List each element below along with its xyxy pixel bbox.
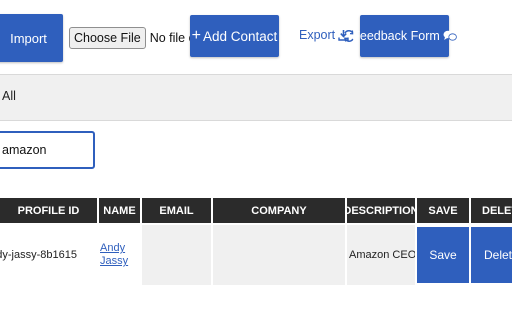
cell-description: Amazon CEO bbox=[347, 225, 415, 285]
header-profile-id: PROFILE ID bbox=[0, 198, 97, 223]
header-save: SAVE bbox=[417, 198, 469, 223]
contact-name-link[interactable]: Andy Jassy bbox=[100, 242, 128, 268]
export-label: Export bbox=[299, 28, 336, 42]
feedback-form-button[interactable]: Feedback Form bbox=[352, 15, 457, 57]
chat-bubbles-icon bbox=[443, 30, 457, 42]
contacts-page: Import Choose File No file chosen + Add … bbox=[0, 0, 512, 320]
header-description: DESCRIPTION bbox=[347, 198, 415, 223]
add-contact-label: Add Contact bbox=[203, 28, 278, 44]
profile-id-text: andy-jassy-8b1615 bbox=[0, 249, 77, 261]
delete-button[interactable]: Delete bbox=[471, 227, 512, 283]
save-button[interactable]: Save bbox=[417, 227, 469, 283]
cell-email bbox=[142, 225, 211, 285]
filter-selected-option[interactable]: All bbox=[2, 89, 16, 103]
contact-first-name: Andy bbox=[100, 242, 126, 254]
header-email: EMAIL bbox=[142, 198, 211, 223]
filter-bar: All bbox=[0, 74, 512, 121]
contact-last-name: Jassy bbox=[100, 255, 129, 267]
cell-name: Andy Jassy bbox=[99, 225, 140, 285]
cell-company bbox=[213, 225, 345, 285]
export-link[interactable]: Export bbox=[299, 28, 349, 42]
import-button[interactable]: Import bbox=[0, 14, 63, 62]
plus-icon: + bbox=[191, 27, 202, 44]
header-company: COMPANY bbox=[213, 198, 345, 223]
toolbar: Import Choose File No file chosen + Add … bbox=[0, 0, 512, 74]
cell-save: Save bbox=[417, 225, 469, 285]
search-input[interactable] bbox=[0, 131, 95, 169]
import-button-label: Import bbox=[10, 30, 47, 46]
add-contact-button[interactable]: + Add Contact bbox=[190, 15, 279, 57]
cell-profile-id: andy-jassy-8b1615 bbox=[0, 225, 99, 285]
description-text: Amazon CEO bbox=[349, 249, 415, 261]
feedback-form-label: Feedback Form bbox=[352, 29, 440, 43]
header-name: NAME bbox=[99, 198, 140, 223]
header-delete: DELETE bbox=[471, 198, 512, 223]
choose-file-button[interactable]: Choose File bbox=[69, 27, 146, 49]
cell-delete: Delete bbox=[471, 225, 512, 285]
